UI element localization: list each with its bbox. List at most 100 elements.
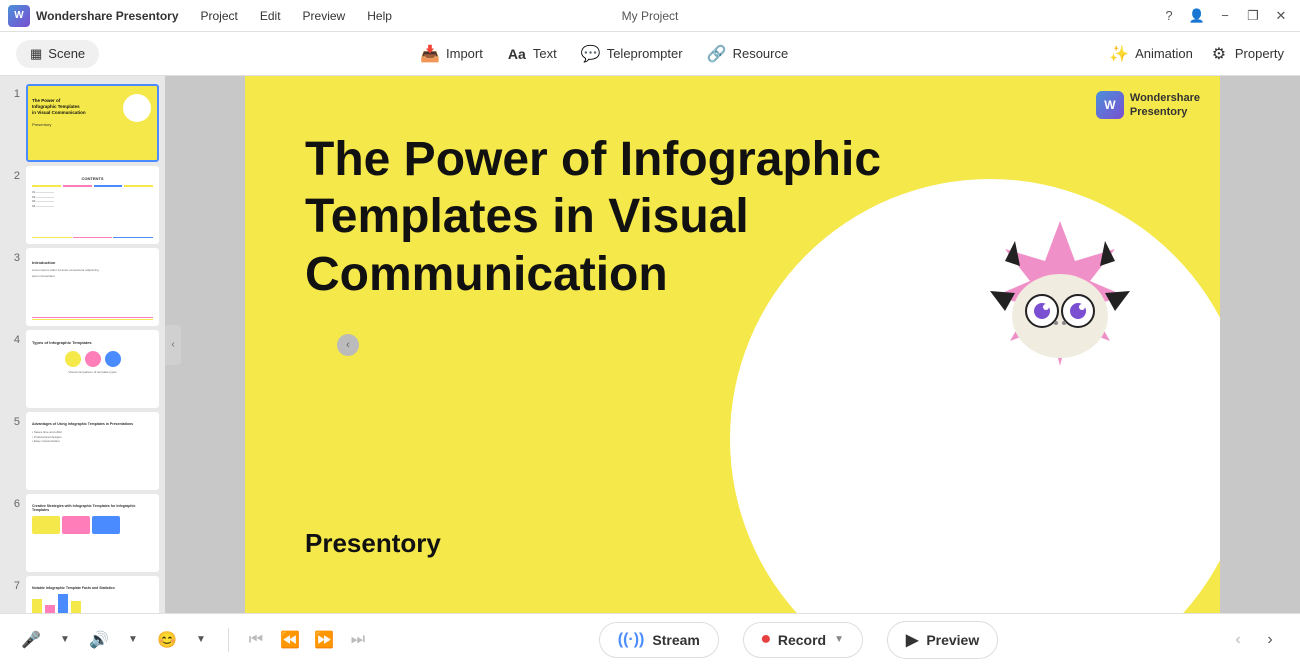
slide-item-6[interactable]: 6 Creative Strategies with Infographic T… [6,494,159,572]
slide-item-2[interactable]: 2 CONTENTS 01 —————— 02 —————— 03 —————— [6,166,159,244]
mic-button[interactable]: 🎤 [16,625,46,655]
teleprompter-icon: 💬 [581,44,601,64]
help-icon[interactable]: ? [1158,5,1180,27]
slide-panel: 1 The Power ofInfographic Templatesin Vi… [0,76,165,613]
volume-settings-button[interactable]: ▼ [118,625,148,655]
slide-subtitle: Presentory [305,528,441,559]
main-slide[interactable]: W Wondershare Presentory The Power of In… [245,76,1220,613]
import-label: Import [446,46,483,61]
toolbar-tools: 📥 Import Aa Text 💬 Teleprompter 🔗 Resour… [420,44,788,64]
animation-label: Animation [1135,46,1193,61]
restore-button[interactable]: ❐ [1242,5,1264,27]
slide-thumb-5[interactable]: Advantages of Using Infographic Template… [26,412,159,490]
close-button[interactable]: ✕ [1270,5,1292,27]
bottom-next-arrow[interactable]: › [1256,626,1284,654]
emoji-button[interactable]: 😊 [152,625,182,655]
record-icon: ⏺ [762,631,770,649]
canvas-area: W Wondershare Presentory The Power of In… [165,76,1300,613]
slide-thumb-2[interactable]: CONTENTS 01 —————— 02 —————— 03 —————— 0… [26,166,159,244]
prev-button[interactable]: ⏪ [275,625,305,655]
monster-star-svg [960,211,1160,411]
bottom-prev-arrow[interactable]: ‹ [1224,626,1252,654]
app-logo: W Wondershare Presentory [8,5,179,27]
scene-label: Scene [48,46,85,61]
menu-help[interactable]: Help [357,5,402,27]
slide-logo: W Wondershare Presentory [1096,91,1200,120]
property-icon: ⚙ [1209,44,1229,64]
toolbar: ▦ Scene 📥 Import Aa Text 💬 Teleprompter … [0,32,1300,76]
volume-button[interactable]: 🔊 [84,625,114,655]
slide-number-7: 7 [6,576,20,592]
slide-number-2: 2 [6,166,20,182]
slide-title: The Power of Infographic Templates in Vi… [305,131,905,304]
slide-item-5[interactable]: 5 Advantages of Using Infographic Templa… [6,412,159,490]
logo-line1: Wondershare [1130,91,1200,105]
preview-icon: ▶ [906,630,918,650]
mic-settings-button[interactable]: ▼ [50,625,80,655]
bottom-bar: 🎤 ▼ 🔊 ▼ 😊 ▼ ⏮ ⏪ ⏩ ⏭ ((·)) Stream ⏺ Recor… [0,613,1300,665]
import-tool[interactable]: 📥 Import [420,44,483,64]
main-area: 1 The Power ofInfographic Templatesin Vi… [0,76,1300,613]
project-title: My Project [622,9,679,23]
slide-number-4: 4 [6,330,20,346]
text-icon: Aa [507,44,527,64]
scene-icon: ▦ [30,46,42,62]
resource-icon: 🔗 [707,44,727,64]
slide-number-3: 3 [6,248,20,264]
import-icon: 📥 [420,44,440,64]
slide-number-1: 1 [6,84,20,100]
app-name: Wondershare Presentory [36,9,179,23]
emoji-settings-button[interactable]: ▼ [186,625,216,655]
record-button[interactable]: ⏺ Record ▼ [743,622,863,658]
next-button[interactable]: ⏩ [309,625,339,655]
slide-thumb-3[interactable]: Introduction Lorem ipsum dolor sit amet … [26,248,159,326]
animation-icon: ✨ [1109,44,1129,64]
slide-thumb-6[interactable]: Creative Strategies with Infographic Tem… [26,494,159,572]
teleprompter-tool[interactable]: 💬 Teleprompter [581,44,683,64]
slide-item-4[interactable]: 4 Types of Infographic Templates Visual … [6,330,159,408]
title-bar: W Wondershare Presentory Project Edit Pr… [0,0,1300,32]
minimize-button[interactable]: − [1214,5,1236,27]
logo-icon: W [8,5,30,27]
text-tool[interactable]: Aa Text [507,44,557,64]
slide-item-7[interactable]: 7 Notable Infographic Template Facts and… [6,576,159,613]
bottom-left-controls: 🎤 ▼ 🔊 ▼ 😊 ▼ ⏮ ⏪ ⏩ ⏭ [16,625,373,655]
bottom-divider-1 [228,628,229,652]
logo-line2: Presentory [1130,105,1200,119]
toolbar-right: ✨ Animation ⚙ Property [1109,44,1284,64]
forward-button[interactable]: ⏭ [343,625,373,655]
text-label: Text [533,46,557,61]
bottom-right-controls: ‹ › [1224,626,1284,654]
slide-thumb-7[interactable]: Notable Infographic Template Facts and S… [26,576,159,613]
preview-label: Preview [926,632,979,648]
account-icon[interactable]: 👤 [1186,5,1208,27]
bottom-center-controls: ((·)) Stream ⏺ Record ▼ ▶ Preview [373,621,1224,659]
property-tool[interactable]: ⚙ Property [1209,44,1284,64]
stream-wave-icon: ((·)) [618,631,645,649]
resource-label: Resource [733,46,789,61]
teleprompter-label: Teleprompter [607,46,683,61]
slide-number-6: 6 [6,494,20,510]
menu-edit[interactable]: Edit [250,5,291,27]
record-chevron-icon: ▼ [834,634,844,645]
menu-project[interactable]: Project [191,5,248,27]
stream-button[interactable]: ((·)) Stream [599,622,719,658]
scene-button[interactable]: ▦ Scene [16,40,99,68]
slide-thumb-1[interactable]: The Power ofInfographic Templatesin Visu… [26,84,159,162]
monster-character [960,211,1160,411]
slide-logo-text: Wondershare Presentory [1130,91,1200,120]
property-label: Property [1235,46,1284,61]
rewind-button[interactable]: ⏮ [241,625,271,655]
slide-item-1[interactable]: 1 The Power ofInfographic Templatesin Vi… [6,84,159,162]
menu-preview[interactable]: Preview [293,5,356,27]
preview-button[interactable]: ▶ Preview [887,621,998,659]
animation-tool[interactable]: ✨ Animation [1109,44,1193,64]
record-label: Record [778,632,826,648]
resource-tool[interactable]: 🔗 Resource [707,44,789,64]
panel-collapse-button[interactable]: ‹ [165,325,181,365]
slide-logo-icon: W [1096,91,1124,119]
slide-item-3[interactable]: 3 Introduction Lorem ipsum dolor sit ame… [6,248,159,326]
canvas-prev-arrow[interactable]: ‹ [337,334,359,356]
window-controls: ? 👤 − ❐ ✕ [1158,5,1292,27]
slide-thumb-4[interactable]: Types of Infographic Templates Visual co… [26,330,159,408]
